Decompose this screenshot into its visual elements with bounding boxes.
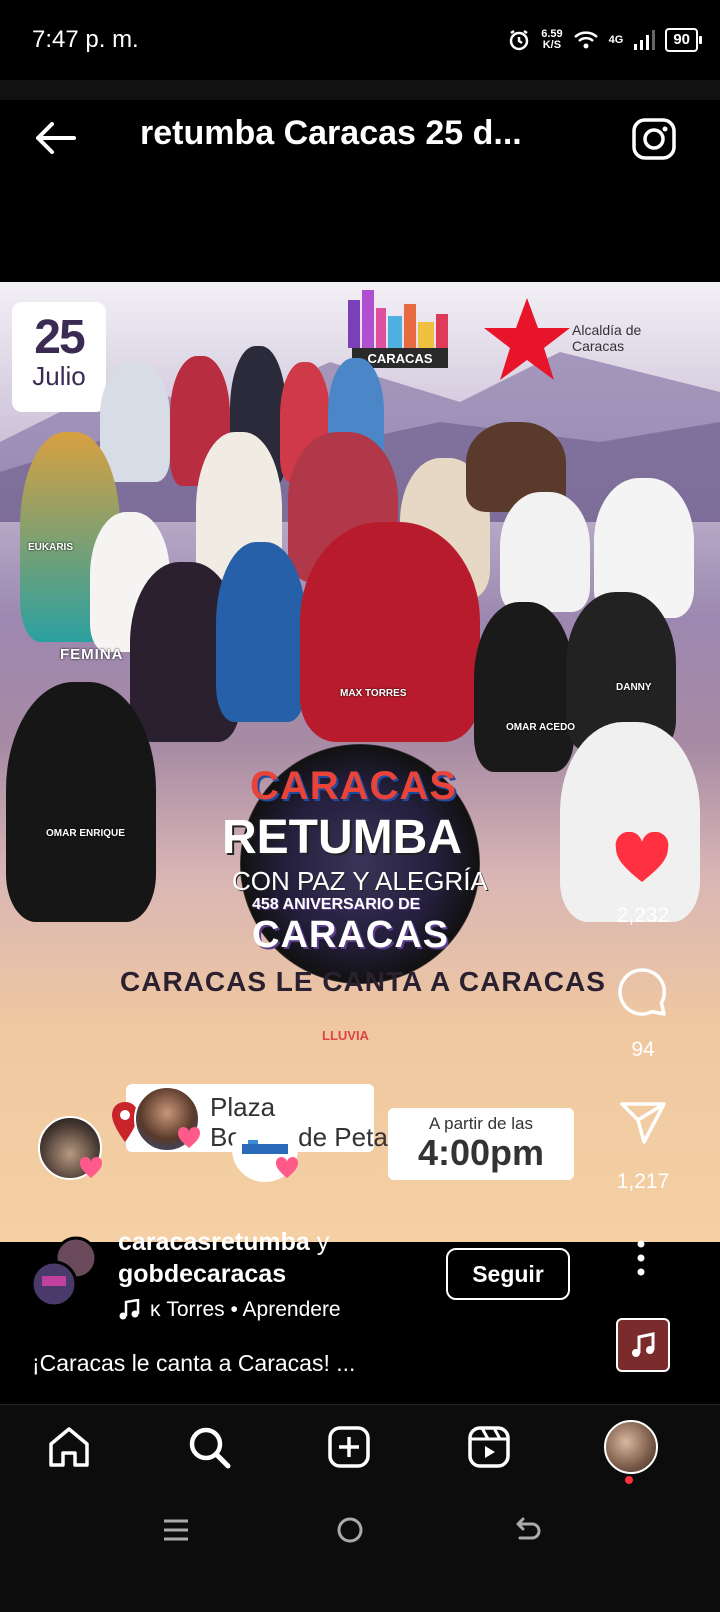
profile-avatar[interactable]: [604, 1420, 658, 1474]
search-icon[interactable]: [186, 1424, 232, 1470]
heart-filled-icon[interactable]: [614, 832, 670, 884]
date-day: 25: [34, 311, 85, 364]
status-time: 7:47 p. m.: [32, 26, 139, 53]
reels-icon[interactable]: [466, 1424, 512, 1470]
heart-icon: [79, 1156, 103, 1178]
post-caption[interactable]: ¡Caracas le canta a Caracas! ...: [32, 1350, 355, 1377]
anniversary-text: 458 ANIVERSARIO DE: [252, 896, 421, 913]
time-small: A partir de las: [429, 1114, 533, 1133]
battery-indicator: 90: [665, 28, 702, 52]
music-note-icon: [119, 1299, 140, 1320]
event-logo-retumba: RETUMBA: [222, 811, 462, 864]
artist-tag: DANNY: [616, 682, 652, 693]
time-big: 4:00pm: [417, 1132, 545, 1173]
camera-icon[interactable]: [628, 112, 680, 164]
artist-tag: OMAR ACEDO: [506, 722, 576, 733]
wifi-icon: [573, 31, 598, 49]
comment-icon[interactable]: [616, 966, 668, 1018]
heart-icon: [177, 1126, 201, 1148]
audio-text: κ Torres • Aprendere: [150, 1298, 341, 1321]
arrow-left-icon[interactable]: [30, 112, 82, 164]
share-count: 1,217: [616, 1170, 670, 1193]
add-post-icon[interactable]: [326, 1424, 372, 1470]
recents-icon[interactable]: [158, 1512, 194, 1548]
flyer-small-note: LLUVIA: [322, 1028, 369, 1043]
author-conjunction: y: [309, 1228, 330, 1256]
red-star-icon: [484, 298, 570, 380]
flyer-tagline: CARACAS LE CANTA A CARACAS: [120, 966, 606, 997]
notification-dot: [625, 1476, 633, 1484]
signal-icon: [634, 30, 656, 50]
music-note-icon: [632, 1332, 655, 1357]
author-avatars[interactable]: [30, 1236, 102, 1308]
author-name-1[interactable]: caracasretumba: [118, 1228, 310, 1256]
audio-label[interactable]: κ Torres • Aprendere: [118, 1298, 341, 1322]
home-circle-icon[interactable]: [332, 1512, 368, 1548]
artist-tag: OMAR ENRIQUE: [46, 828, 125, 839]
event-logo-caracas: CARACAS: [250, 764, 457, 808]
network-speed: 6.59 K/S: [541, 28, 563, 51]
artist-figure: [216, 542, 306, 722]
alcaldia-label: Alcaldía de Caracas: [572, 322, 642, 354]
artist-figure-center: [300, 522, 480, 742]
date-badge: 25 Julio: [12, 302, 106, 412]
post-image-flyer[interactable]: 25 Julio CARACAS Alcaldía de Caracas FEM…: [0, 282, 720, 1242]
artist-figure: [474, 602, 574, 772]
status-icons: 6.59 K/S 4G 90: [507, 24, 702, 56]
heart-icon: [275, 1156, 299, 1178]
artist-tag: EUKARIS: [28, 542, 74, 553]
anniversary-city: CARACAS: [252, 914, 449, 956]
date-month: Julio: [32, 361, 86, 391]
artist-figure: [560, 722, 700, 922]
comment-count: 94: [631, 1038, 655, 1061]
back-system-icon[interactable]: [508, 1512, 544, 1548]
event-logo-subtitle: CON PAZ Y ALEGRÍA: [232, 866, 488, 896]
header-title: retumba Caracas 25 d...: [140, 114, 522, 152]
alarm-icon: [509, 29, 529, 51]
send-icon[interactable]: [618, 1098, 668, 1148]
artist-figure: [100, 362, 170, 482]
artist-tag-femina: FEMINA: [60, 646, 124, 663]
audio-thumbnail[interactable]: [616, 1318, 670, 1372]
author-name-2[interactable]: gobdecaracas: [118, 1260, 286, 1289]
author-line1[interactable]: caracasretumba y: [118, 1228, 329, 1257]
artist-tag: MAX TORRES: [340, 688, 407, 699]
more-options-icon[interactable]: [626, 1238, 656, 1278]
artist-figure: [6, 682, 156, 922]
network-type: 4G: [608, 34, 624, 46]
artist-figure: [500, 492, 590, 612]
caracas-logo-text: CARACAS: [368, 351, 433, 366]
follow-button[interactable]: Seguir: [446, 1248, 570, 1300]
like-count: 2,232: [616, 904, 670, 927]
home-icon[interactable]: [46, 1424, 92, 1470]
time-box: A partir de las 4:00pm: [388, 1108, 574, 1180]
